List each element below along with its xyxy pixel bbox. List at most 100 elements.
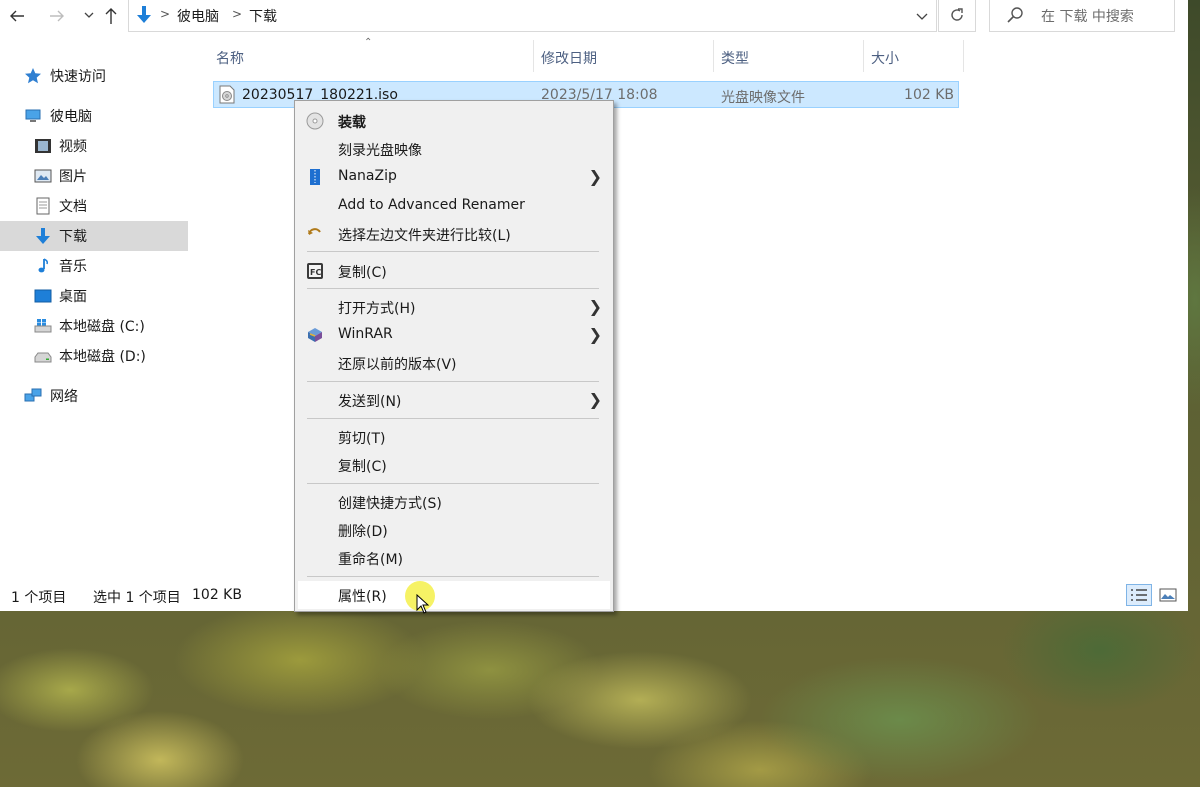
file-size: 102 KB (904, 87, 954, 103)
menu-item-compare-left[interactable]: 选择左边文件夹进行比较(L) (298, 220, 610, 248)
sidebar-item-label: 文档 (59, 199, 87, 215)
menu-item-copy[interactable]: 复制(C) (298, 451, 610, 479)
menu-item-label: 复制(C) (338, 459, 387, 475)
sidebar-item-label: 视频 (59, 139, 87, 155)
menu-item-cut[interactable]: 剪切(T) (298, 423, 610, 451)
menu-item-label: 剪切(T) (338, 431, 386, 447)
address-bar[interactable]: > 彼电脑 > 下载 (128, 0, 937, 32)
menu-separator (307, 576, 599, 577)
sidebar-item-label: 网络 (50, 389, 78, 405)
details-view-icon (1131, 589, 1147, 601)
chevron-down-icon (916, 13, 928, 20)
search-icon (1007, 7, 1023, 23)
sidebar-item-documents[interactable]: 文档 (0, 191, 188, 221)
menu-item-label: 打开方式(H) (338, 301, 416, 317)
menu-item-label: 创建快捷方式(S) (338, 496, 442, 512)
menu-item-delete[interactable]: 删除(D) (298, 516, 610, 544)
menu-item-label: 还原以前的版本(V) (338, 357, 457, 373)
column-header-type[interactable]: 类型 (714, 40, 863, 74)
sidebar-item-drive-c[interactable]: 本地磁盘 (C:) (0, 311, 188, 341)
item-count: 1 个项目 (11, 590, 67, 606)
column-header-modified[interactable]: 修改日期 (534, 40, 713, 74)
chevron-right-icon: > (160, 7, 171, 21)
compare-icon (308, 228, 321, 235)
menu-item-burn-disc-image[interactable]: 刻录光盘映像 (298, 135, 610, 163)
picture-icon (34, 169, 52, 183)
drive-icon (34, 352, 52, 363)
menu-item-open-with[interactable]: 打开方式(H) ❯ (298, 293, 610, 321)
download-icon (36, 228, 50, 244)
menu-item-fastcopy[interactable]: FC 复制(C) (298, 257, 610, 285)
arrow-left-icon (10, 10, 24, 22)
up-button[interactable] (100, 4, 122, 26)
window-right-edge (1176, 0, 1188, 611)
navigation-pane: 快速访问 彼电脑 视频 图片 文档 下载 音乐 桌面 本地磁盘 (C:) 本地磁… (0, 36, 190, 576)
sidebar-item-label: 音乐 (59, 259, 87, 275)
video-icon (35, 139, 51, 153)
sidebar-item-pictures[interactable]: 图片 (0, 161, 188, 191)
windows-drive-icon (34, 319, 52, 333)
column-header-label: 大小 (871, 51, 899, 67)
desktop-icon (34, 289, 52, 303)
sidebar-item-label: 本地磁盘 (C:) (59, 319, 145, 335)
column-divider[interactable] (963, 40, 964, 72)
sidebar-item-network[interactable]: 网络 (0, 381, 188, 411)
fastcopy-icon: FC (307, 263, 323, 279)
menu-item-label: 属性(R) (338, 589, 387, 605)
menu-item-nanazip[interactable]: NanaZip ❯ (298, 163, 610, 191)
menu-separator (307, 251, 599, 252)
forward-button[interactable] (46, 4, 68, 26)
menu-item-mount[interactable]: 装载 (298, 107, 610, 135)
back-button[interactable] (6, 4, 28, 26)
menu-item-create-shortcut[interactable]: 创建快捷方式(S) (298, 488, 610, 516)
sidebar-item-music[interactable]: 音乐 (0, 251, 188, 281)
breadcrumb-this-pc[interactable]: 彼电脑 (177, 6, 219, 26)
submenu-arrow-icon: ❯ (588, 390, 602, 409)
refresh-icon (951, 8, 963, 21)
sidebar-item-label: 桌面 (59, 289, 87, 305)
refresh-button[interactable] (938, 0, 976, 32)
menu-item-label: WinRAR (338, 326, 393, 342)
large-icons-view-button[interactable] (1155, 584, 1181, 606)
menu-separator (307, 418, 599, 419)
network-icon (24, 388, 42, 402)
large-icons-view-icon (1159, 588, 1177, 602)
submenu-arrow-icon: ❯ (588, 325, 602, 344)
sidebar-item-quick-access[interactable]: 快速访问 (0, 61, 188, 91)
sidebar-item-label: 本地磁盘 (D:) (59, 349, 146, 365)
sidebar-item-videos[interactable]: 视频 (0, 131, 188, 161)
menu-item-properties[interactable]: 属性(R) (298, 581, 610, 609)
menu-separator (307, 288, 599, 289)
iso-file-icon (219, 85, 235, 104)
column-header-size[interactable]: 大小 (864, 40, 963, 74)
arrow-up-icon (105, 8, 117, 24)
menu-separator (307, 483, 599, 484)
details-view-button[interactable] (1126, 584, 1152, 606)
address-toolbar: > 彼电脑 > 下载 在 下载 中搜索 (0, 0, 1188, 36)
search-box[interactable]: 在 下载 中搜索 (989, 0, 1175, 32)
menu-item-restore-versions[interactable]: 还原以前的版本(V) (298, 349, 610, 377)
mouse-cursor-icon (416, 594, 430, 614)
menu-item-winrar[interactable]: WinRAR ❯ (298, 321, 610, 349)
sidebar-item-label: 彼电脑 (50, 109, 92, 125)
selected-size: 102 KB (192, 587, 242, 603)
breadcrumb-downloads[interactable]: 下载 (249, 6, 277, 26)
sidebar-item-desktop[interactable]: 桌面 (0, 281, 188, 311)
recent-locations-button[interactable] (78, 4, 100, 26)
column-header-label: 类型 (721, 51, 749, 67)
menu-item-send-to[interactable]: 发送到(N) ❯ (298, 386, 610, 414)
sidebar-item-this-pc[interactable]: 彼电脑 (0, 101, 188, 131)
sidebar-item-downloads[interactable]: 下载 (0, 221, 188, 251)
column-header-name[interactable]: 名称 (208, 40, 533, 74)
nanazip-icon (310, 169, 320, 185)
download-icon (137, 6, 151, 23)
menu-item-advanced-renamer[interactable]: Add to Advanced Renamer (298, 192, 610, 220)
menu-separator (307, 381, 599, 382)
address-dropdown-button[interactable] (916, 6, 928, 25)
menu-item-label: 重命名(M) (338, 552, 404, 568)
sidebar-item-drive-d[interactable]: 本地磁盘 (D:) (0, 341, 188, 371)
menu-item-rename[interactable]: 重命名(M) (298, 544, 610, 572)
menu-item-label: 装载 (338, 115, 366, 131)
sidebar-item-label: 下载 (59, 229, 87, 245)
chevron-right-icon: > (232, 7, 243, 21)
